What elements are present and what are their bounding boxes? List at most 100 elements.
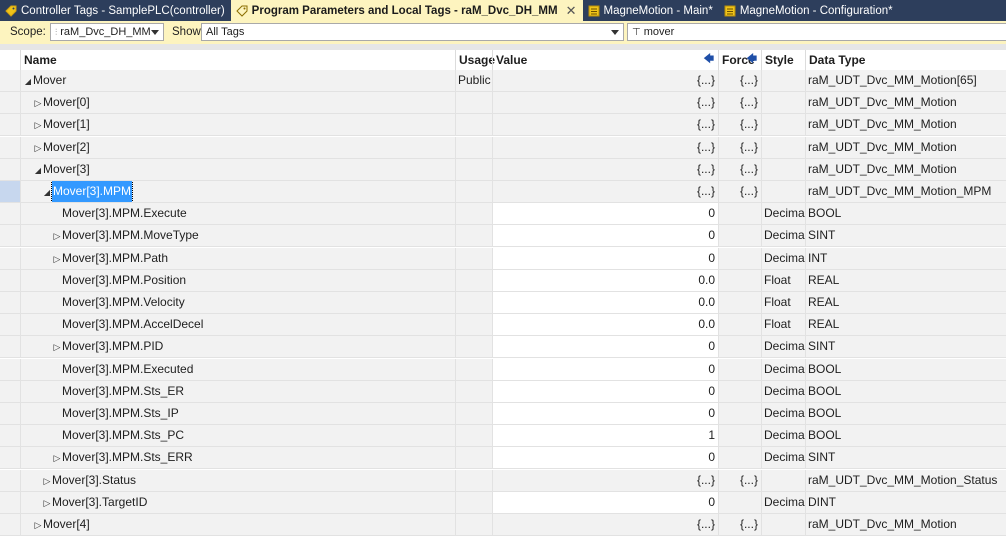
column-header-value[interactable]: Value 🡄 bbox=[492, 50, 718, 70]
close-icon[interactable]: ✕ bbox=[566, 3, 577, 19]
value-cell[interactable]: 0.0 bbox=[492, 269, 718, 291]
data-type-cell[interactable]: BOOL bbox=[805, 203, 1006, 225]
style-cell[interactable]: Float bbox=[761, 314, 805, 336]
value-cell[interactable]: {...} bbox=[492, 92, 718, 114]
tab-program-parameters[interactable]: Program Parameters and Local Tags - raM_… bbox=[230, 0, 583, 21]
value-cell[interactable]: 0 bbox=[492, 225, 718, 247]
tag-row[interactable]: ▷ Mover[3].MPM.Path 0 Decimal INT bbox=[0, 247, 1006, 270]
expand-triangle-icon[interactable]: ▷ bbox=[33, 138, 43, 158]
row-selector[interactable] bbox=[0, 447, 20, 469]
tag-filter-input[interactable]: ⊤ mover bbox=[627, 23, 1006, 41]
tag-row[interactable]: Mover[3].MPM.Sts_PC 1 Decimal BOOL bbox=[0, 425, 1006, 448]
tag-row[interactable]: ▷ Mover[0] {...} {...} raM_UDT_Dvc_MM_Motion bbox=[0, 92, 1006, 115]
expand-triangle-icon[interactable]: ▷ bbox=[52, 448, 62, 468]
tag-name-cell[interactable]: ◢ Mover bbox=[20, 70, 455, 91]
data-type-cell[interactable]: SINT bbox=[805, 225, 1006, 247]
tag-name-cell[interactable]: ▷ Mover[0] bbox=[20, 92, 455, 114]
expand-triangle-icon[interactable]: ▷ bbox=[52, 226, 62, 246]
value-cell[interactable]: 0 bbox=[492, 203, 718, 225]
style-cell[interactable]: Decimal bbox=[761, 403, 805, 424]
row-selector[interactable] bbox=[0, 136, 20, 158]
row-selector[interactable] bbox=[0, 292, 20, 313]
tag-row[interactable]: Mover[3].MPM.Sts_IP 0 Decimal BOOL bbox=[0, 403, 1006, 425]
row-selector[interactable] bbox=[0, 92, 20, 114]
row-selector[interactable] bbox=[0, 181, 20, 202]
tag-name-cell[interactable]: Mover[3].MPM.Velocity bbox=[20, 292, 455, 313]
data-type-cell[interactable]: BOOL bbox=[805, 380, 1006, 402]
tag-name-cell[interactable]: Mover[3].MPM.Executed bbox=[20, 358, 455, 380]
tag-row[interactable]: Mover[3].MPM.AccelDecel 0.0 Float REAL bbox=[0, 314, 1006, 337]
row-selector[interactable] bbox=[0, 158, 20, 180]
expand-triangle-icon[interactable]: ▷ bbox=[42, 493, 52, 513]
style-cell[interactable]: Float bbox=[761, 269, 805, 291]
style-cell[interactable] bbox=[761, 158, 805, 180]
tag-row[interactable]: Mover[3].MPM.Velocity 0.0 Float REAL bbox=[0, 292, 1006, 314]
row-selector[interactable] bbox=[0, 247, 20, 269]
value-cell[interactable]: {...} bbox=[492, 158, 718, 180]
style-cell[interactable]: Decimal bbox=[761, 225, 805, 247]
data-type-cell[interactable]: raM_UDT_Dvc_MM_Motion bbox=[805, 158, 1006, 180]
tag-name-cell[interactable]: ◢ Mover[3] bbox=[20, 158, 455, 180]
collapse-triangle-icon[interactable]: ◢ bbox=[33, 160, 43, 180]
style-cell[interactable]: Decimal bbox=[761, 358, 805, 380]
style-cell[interactable] bbox=[761, 469, 805, 491]
style-cell[interactable] bbox=[761, 514, 805, 535]
row-selector[interactable] bbox=[0, 425, 20, 447]
data-type-cell[interactable]: SINT bbox=[805, 447, 1006, 469]
value-cell[interactable]: 0 bbox=[492, 247, 718, 269]
tag-name-cell[interactable]: ▷ Mover[3].MPM.Path bbox=[20, 247, 455, 269]
value-cell[interactable]: 0 bbox=[492, 447, 718, 469]
data-type-cell[interactable]: BOOL bbox=[805, 403, 1006, 424]
data-type-cell[interactable]: BOOL bbox=[805, 358, 1006, 380]
value-cell[interactable]: 0 bbox=[492, 403, 718, 424]
value-cell[interactable]: 0 bbox=[492, 358, 718, 380]
style-cell[interactable]: Decimal bbox=[761, 380, 805, 402]
value-cell[interactable]: {...} bbox=[492, 469, 718, 491]
row-selector[interactable] bbox=[0, 203, 20, 225]
expand-triangle-icon[interactable]: ▷ bbox=[33, 93, 43, 113]
tag-name-cell[interactable]: ◢ Mover[3].MPM bbox=[20, 181, 455, 202]
row-selector[interactable] bbox=[0, 336, 20, 358]
data-type-cell[interactable]: raM_UDT_Dvc_MM_Motion bbox=[805, 92, 1006, 114]
value-cell[interactable]: {...} bbox=[492, 114, 718, 136]
tab-controller-tags[interactable]: Controller Tags - SamplePLC(controller) bbox=[0, 0, 231, 21]
row-selector[interactable] bbox=[0, 314, 20, 336]
style-cell[interactable]: Decimal bbox=[761, 491, 805, 513]
expand-triangle-icon[interactable]: ▷ bbox=[52, 337, 62, 357]
data-type-cell[interactable]: raM_UDT_Dvc_MM_Motion bbox=[805, 114, 1006, 136]
style-cell[interactable] bbox=[761, 92, 805, 114]
column-header-data-type[interactable]: Data Type bbox=[805, 50, 1006, 70]
row-selector[interactable] bbox=[0, 380, 20, 402]
data-type-cell[interactable]: INT bbox=[805, 247, 1006, 269]
tag-row[interactable]: Mover[3].MPM.Execute 0 Decimal BOOL bbox=[0, 203, 1006, 226]
tag-row[interactable]: ▷ Mover[3].Status {...} {...} raM_UDT_Dvc_MM… bbox=[0, 469, 1006, 492]
tag-name-cell[interactable]: Mover[3].MPM.AccelDecel bbox=[20, 314, 455, 336]
style-cell[interactable]: Decimal bbox=[761, 247, 805, 269]
expand-triangle-icon[interactable]: ▷ bbox=[42, 471, 52, 491]
style-cell[interactable] bbox=[761, 114, 805, 136]
tag-name-cell[interactable]: Mover[3].MPM.Execute bbox=[20, 203, 455, 225]
scope-dropdown[interactable]: ⫶ raM_Dvc_DH_MM bbox=[50, 23, 164, 41]
tab-magnemotion-main[interactable]: MagneMotion - Main* bbox=[583, 0, 719, 21]
column-header-usage[interactable]: Usage bbox=[455, 50, 495, 70]
tab-magnemotion-configuration[interactable]: MagneMotion - Configuration* bbox=[719, 0, 899, 21]
style-cell[interactable]: Decimal bbox=[761, 203, 805, 225]
column-header-style[interactable]: Style bbox=[761, 50, 805, 70]
data-type-cell[interactable]: BOOL bbox=[805, 425, 1006, 447]
style-cell[interactable] bbox=[761, 181, 805, 202]
column-header-force[interactable]: Force 🡄 bbox=[718, 50, 761, 70]
tag-name-cell[interactable]: ▷ Mover[3].TargetID bbox=[20, 491, 455, 513]
tag-name-cell[interactable]: ▷ Mover[1] bbox=[20, 114, 455, 136]
collapse-triangle-icon[interactable]: ◢ bbox=[23, 71, 33, 91]
data-type-cell[interactable]: raM_UDT_Dvc_MM_Motion[65] bbox=[805, 70, 1006, 91]
tag-row[interactable]: ▷ Mover[2] {...} {...} raM_UDT_Dvc_MM_Motion bbox=[0, 136, 1006, 159]
value-cell[interactable]: {...} bbox=[492, 70, 718, 91]
tag-row[interactable]: Mover[3].MPM.Sts_ER 0 Decimal BOOL bbox=[0, 380, 1006, 403]
tag-row[interactable]: Mover[3].MPM.Position 0.0 Float REAL bbox=[0, 269, 1006, 292]
style-cell[interactable]: Decimal bbox=[761, 425, 805, 447]
tag-name-cell[interactable]: Mover[3].MPM.Sts_IP bbox=[20, 403, 455, 424]
data-type-cell[interactable]: REAL bbox=[805, 292, 1006, 313]
row-selector[interactable] bbox=[0, 114, 20, 136]
data-type-cell[interactable]: SINT bbox=[805, 336, 1006, 358]
tag-row[interactable]: ▷ Mover[3].MPM.MoveType 0 Decimal SINT bbox=[0, 225, 1006, 248]
